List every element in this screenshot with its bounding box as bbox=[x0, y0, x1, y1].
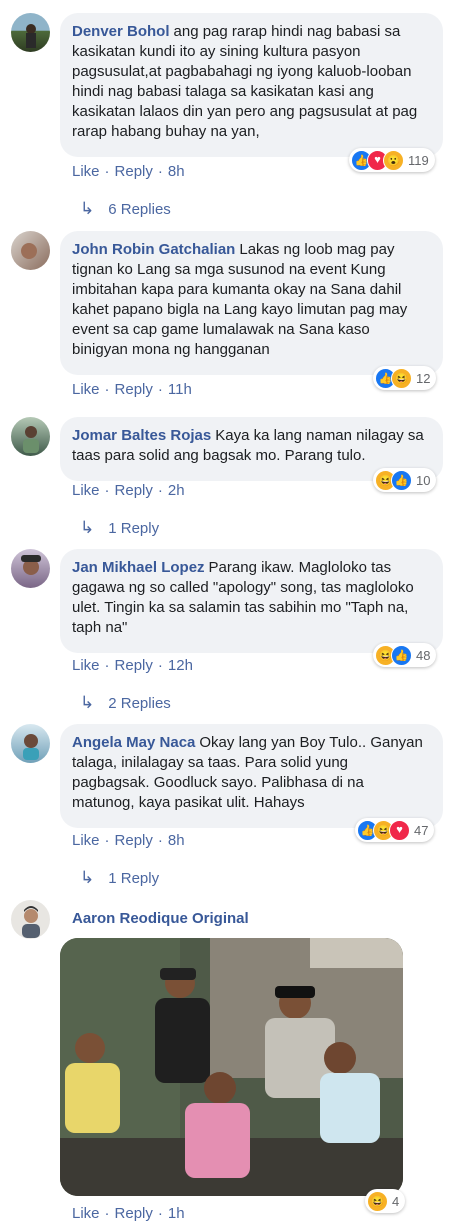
reaction-summary[interactable]: 👍 😆 12 bbox=[373, 366, 437, 390]
avatar[interactable] bbox=[11, 417, 50, 456]
like-icon: 👍 bbox=[391, 469, 412, 491]
comment-actions: Like · Reply · 1h bbox=[72, 1205, 185, 1222]
timestamp[interactable]: 8h bbox=[168, 163, 185, 180]
reply-arrow-icon: ↳ bbox=[80, 199, 95, 218]
comment-photo[interactable] bbox=[60, 938, 403, 1196]
reply-arrow-icon: ↳ bbox=[80, 518, 95, 537]
reaction-count: 4 bbox=[392, 1193, 400, 1209]
comment-actions: Like · Reply · 2h bbox=[72, 482, 185, 499]
haha-icon: 😆 bbox=[391, 367, 412, 389]
love-icon: ♥ bbox=[389, 819, 410, 841]
like-link[interactable]: Like bbox=[72, 163, 100, 180]
reaction-count: 48 bbox=[416, 647, 431, 663]
replies-count[interactable]: 1 Reply bbox=[108, 870, 159, 887]
reaction-count: 119 bbox=[408, 152, 429, 168]
reply-link[interactable]: Reply bbox=[115, 1205, 153, 1222]
timestamp[interactable]: 1h bbox=[168, 1205, 185, 1222]
author-name[interactable]: Aaron Reodique Original bbox=[72, 910, 249, 927]
like-link[interactable]: Like bbox=[72, 1205, 100, 1222]
avatar[interactable] bbox=[11, 231, 50, 270]
author-name[interactable]: John Robin Gatchalian bbox=[72, 241, 235, 258]
reply-link[interactable]: Reply bbox=[115, 657, 153, 674]
comment-actions: Like · Reply · 12h bbox=[72, 657, 193, 674]
like-link[interactable]: Like bbox=[72, 832, 100, 849]
author-name[interactable]: Jan Mikhael Lopez bbox=[72, 559, 205, 576]
reply-link[interactable]: Reply bbox=[115, 832, 153, 849]
reaction-count: 10 bbox=[416, 472, 431, 488]
avatar[interactable] bbox=[11, 549, 50, 588]
avatar[interactable] bbox=[11, 900, 50, 939]
like-link[interactable]: Like bbox=[72, 482, 100, 499]
like-icon: 👍 bbox=[391, 644, 412, 666]
replies-count[interactable]: 2 Replies bbox=[108, 695, 171, 712]
reaction-summary[interactable]: 😆 👍 48 bbox=[373, 643, 437, 667]
timestamp[interactable]: 11h bbox=[168, 381, 192, 398]
view-replies[interactable]: ↳ 2 Replies bbox=[80, 693, 171, 713]
author-name[interactable]: Denver Bohol bbox=[72, 23, 170, 40]
reaction-count: 47 bbox=[414, 822, 429, 838]
reaction-count: 12 bbox=[416, 370, 431, 386]
comment-bubble: Jan Mikhael Lopez Parang ikaw. Magloloko … bbox=[60, 549, 443, 653]
like-link[interactable]: Like bbox=[72, 657, 100, 674]
comment-actions: Like · Reply · 8h bbox=[72, 163, 185, 180]
comment-bubble: John Robin Gatchalian Lakas ng loob mag p… bbox=[60, 231, 443, 375]
reply-link[interactable]: Reply bbox=[115, 163, 153, 180]
comment-actions: Like · Reply · 8h bbox=[72, 832, 185, 849]
comment-text: ang pag rarap hindi nag babasi sa kasika… bbox=[72, 23, 418, 140]
reaction-summary[interactable]: 😆 4 bbox=[365, 1189, 406, 1213]
like-link[interactable]: Like bbox=[72, 381, 100, 398]
avatar[interactable] bbox=[11, 13, 50, 52]
author-name[interactable]: Jomar Baltes Rojas bbox=[72, 427, 211, 444]
view-replies[interactable]: ↳ 6 Replies bbox=[80, 199, 171, 219]
comment-bubble: Angela May Naca Okay lang yan Boy Tulo.. … bbox=[60, 724, 443, 828]
wow-icon: 😮 bbox=[383, 149, 404, 171]
view-replies[interactable]: ↳ 1 Reply bbox=[80, 518, 159, 538]
replies-count[interactable]: 6 Replies bbox=[108, 201, 171, 218]
timestamp[interactable]: 2h bbox=[168, 482, 185, 499]
timestamp[interactable]: 8h bbox=[168, 832, 185, 849]
reply-arrow-icon: ↳ bbox=[80, 868, 95, 887]
avatar[interactable] bbox=[11, 724, 50, 763]
comment-bubble: Denver Bohol ang pag rarap hindi nag baba… bbox=[60, 13, 443, 157]
timestamp[interactable]: 12h bbox=[168, 657, 193, 674]
comment-actions: Like · Reply · 11h bbox=[72, 381, 192, 398]
author-name[interactable]: Angela May Naca bbox=[72, 734, 195, 751]
reaction-summary[interactable]: 😆 👍 10 bbox=[373, 468, 437, 492]
reply-link[interactable]: Reply bbox=[115, 381, 153, 398]
replies-count[interactable]: 1 Reply bbox=[108, 520, 159, 537]
comment-text: Lakas ng loob mag pay tignan ko Lang sa … bbox=[72, 241, 408, 358]
reply-link[interactable]: Reply bbox=[115, 482, 153, 499]
reply-arrow-icon: ↳ bbox=[80, 693, 95, 712]
reaction-summary[interactable]: 👍 ♥ 😮 119 bbox=[349, 148, 435, 172]
view-replies[interactable]: ↳ 1 Reply bbox=[80, 868, 159, 888]
haha-icon: 😆 bbox=[367, 1190, 388, 1212]
reaction-summary[interactable]: 👍 😆 ♥ 47 bbox=[355, 818, 435, 842]
